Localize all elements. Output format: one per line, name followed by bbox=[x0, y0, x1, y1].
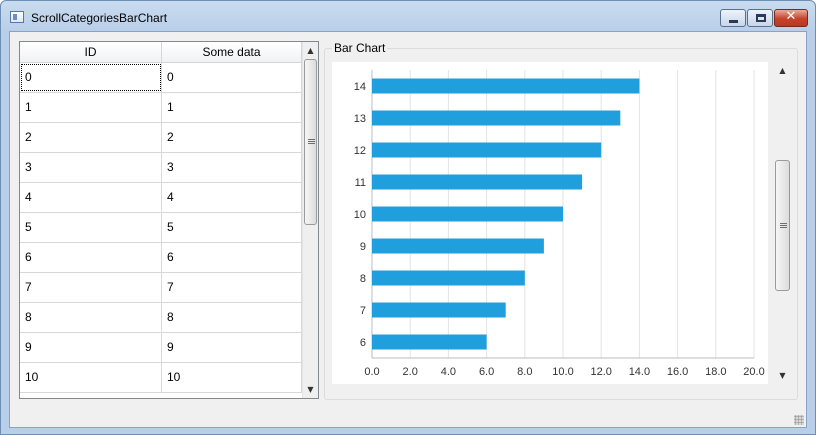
cell-some-data[interactable]: 2 bbox=[162, 123, 302, 152]
chart-vertical-scrollbar[interactable]: ▲ ▼ bbox=[774, 62, 791, 384]
close-icon: ✕ bbox=[785, 9, 797, 24]
minimize-icon bbox=[729, 20, 738, 23]
table-header: ID Some data bbox=[20, 42, 302, 63]
table-row[interactable]: 22 bbox=[20, 123, 302, 153]
table-body: 0 0 1 1 2 2 3 3 4 4 5 5 6 6 7 7 8 8 9 9 10 10 bbox=[20, 63, 302, 393]
cell-id[interactable]: 5 bbox=[20, 213, 162, 242]
bar-7 bbox=[372, 302, 506, 318]
x-tick-label: 16.0 bbox=[667, 366, 688, 378]
table-row[interactable]: 66 bbox=[20, 243, 302, 273]
column-header-some-data[interactable]: Some data bbox=[162, 42, 302, 63]
y-tick-label: 7 bbox=[360, 305, 366, 317]
x-tick-label: 20.0 bbox=[743, 366, 764, 378]
table-row[interactable]: 00 bbox=[20, 63, 302, 93]
cell-some-data[interactable]: 4 bbox=[162, 183, 302, 212]
bar-6 bbox=[372, 334, 487, 350]
x-tick-label: 18.0 bbox=[705, 366, 726, 378]
cell-id[interactable]: 0 bbox=[20, 63, 162, 92]
table-row[interactable]: 44 bbox=[20, 183, 302, 213]
app-window: ScrollCategoriesBarChart ✕ ID Some data … bbox=[0, 0, 816, 435]
cell-some-data[interactable]: 5 bbox=[162, 213, 302, 242]
title-bar[interactable]: ScrollCategoriesBarChart ✕ bbox=[1, 1, 815, 31]
x-tick-label: 12.0 bbox=[590, 366, 611, 378]
cell-some-data[interactable]: 10 bbox=[162, 363, 302, 392]
y-tick-label: 12 bbox=[354, 145, 366, 157]
column-header-id[interactable]: ID bbox=[20, 42, 162, 63]
bar-chart-svg: 0.0 2.0 4.0 6.0 8.0 10.0 12.0 14.0 16.0 18.0 20.0 6… bbox=[354, 70, 765, 378]
y-tick-label: 6 bbox=[360, 337, 366, 349]
cell-id[interactable]: 3 bbox=[20, 153, 162, 182]
y-tick-label: 8 bbox=[360, 273, 366, 285]
chart-scroll-thumb[interactable] bbox=[775, 160, 790, 291]
x-tick-label: 10.0 bbox=[552, 366, 573, 378]
scroll-grip-icon bbox=[779, 222, 787, 229]
table-row[interactable]: 88 bbox=[20, 303, 302, 333]
cell-some-data[interactable]: 6 bbox=[162, 243, 302, 272]
arrow-up-icon[interactable]: ▲ bbox=[303, 42, 318, 59]
y-tick-label: 9 bbox=[360, 241, 366, 253]
x-tick-label: 14.0 bbox=[629, 366, 650, 378]
chart-group-title: Bar Chart bbox=[332, 41, 388, 55]
app-window-icon bbox=[10, 11, 24, 23]
cell-some-data[interactable]: 9 bbox=[162, 333, 302, 362]
caption-buttons: ✕ bbox=[719, 9, 808, 27]
window-title: ScrollCategoriesBarChart bbox=[31, 11, 168, 25]
table-row[interactable]: 11 bbox=[20, 93, 302, 123]
y-tick-label: 11 bbox=[355, 177, 366, 189]
close-button[interactable]: ✕ bbox=[774, 9, 808, 27]
cell-id[interactable]: 4 bbox=[20, 183, 162, 212]
cell-id[interactable]: 1 bbox=[20, 93, 162, 122]
arrow-down-icon[interactable]: ▼ bbox=[303, 381, 318, 398]
y-tick-label: 10 bbox=[354, 209, 366, 221]
cell-some-data[interactable]: 8 bbox=[162, 303, 302, 332]
table-row[interactable]: 55 bbox=[20, 213, 302, 243]
cell-some-data[interactable]: 7 bbox=[162, 273, 302, 302]
table-row[interactable]: 10 10 bbox=[20, 363, 302, 393]
bar-8 bbox=[372, 270, 525, 286]
cell-id[interactable]: 10 bbox=[20, 363, 162, 392]
cell-some-data[interactable]: 1 bbox=[162, 93, 302, 122]
resize-grip[interactable] bbox=[794, 415, 804, 425]
maximize-icon bbox=[756, 14, 766, 22]
data-table[interactable]: ID Some data 0 0 1 1 2 2 3 3 4 4 5 5 6 6 7 7 8 8 9 9 10 10 ▲ … bbox=[19, 41, 319, 399]
table-row[interactable]: 77 bbox=[20, 273, 302, 303]
bar-14 bbox=[372, 78, 640, 94]
x-tick-label: 6.0 bbox=[479, 366, 494, 378]
cell-some-data[interactable]: 3 bbox=[162, 153, 302, 182]
minimize-button[interactable] bbox=[720, 9, 746, 27]
bar-13 bbox=[372, 110, 621, 126]
maximize-button[interactable] bbox=[747, 9, 773, 27]
cell-id[interactable]: 7 bbox=[20, 273, 162, 302]
x-tick-label: 0.0 bbox=[364, 366, 379, 378]
x-tick-label: 4.0 bbox=[441, 366, 456, 378]
bar-12 bbox=[372, 142, 602, 158]
bar-11 bbox=[372, 174, 583, 190]
y-tick-label: 13 bbox=[354, 113, 366, 125]
arrow-down-icon[interactable]: ▼ bbox=[774, 367, 791, 384]
x-tick-label: 8.0 bbox=[517, 366, 532, 378]
cell-id[interactable]: 9 bbox=[20, 333, 162, 362]
table-row[interactable]: 99 bbox=[20, 333, 302, 363]
table-vertical-scrollbar[interactable]: ▲ ▼ bbox=[302, 42, 318, 398]
bar-10 bbox=[372, 206, 563, 222]
scroll-grip-icon bbox=[307, 139, 315, 145]
bar-chart: 0.0 2.0 4.0 6.0 8.0 10.0 12.0 14.0 16.0 18.0 20.0 6… bbox=[332, 62, 768, 384]
bar-9 bbox=[372, 238, 544, 254]
table-row[interactable]: 33 bbox=[20, 153, 302, 183]
cell-id[interactable]: 6 bbox=[20, 243, 162, 272]
arrow-up-icon[interactable]: ▲ bbox=[774, 62, 791, 79]
y-tick-label: 14 bbox=[354, 81, 366, 93]
table-scroll-thumb[interactable] bbox=[304, 59, 317, 225]
cell-id[interactable]: 8 bbox=[20, 303, 162, 332]
main-content: ID Some data 0 0 1 1 2 2 3 3 4 4 5 5 6 6 7 7 8 8 9 9 10 10 ▲ … bbox=[9, 31, 807, 428]
cell-id[interactable]: 2 bbox=[20, 123, 162, 152]
x-tick-label: 2.0 bbox=[403, 366, 418, 378]
cell-some-data[interactable]: 0 bbox=[162, 63, 302, 92]
